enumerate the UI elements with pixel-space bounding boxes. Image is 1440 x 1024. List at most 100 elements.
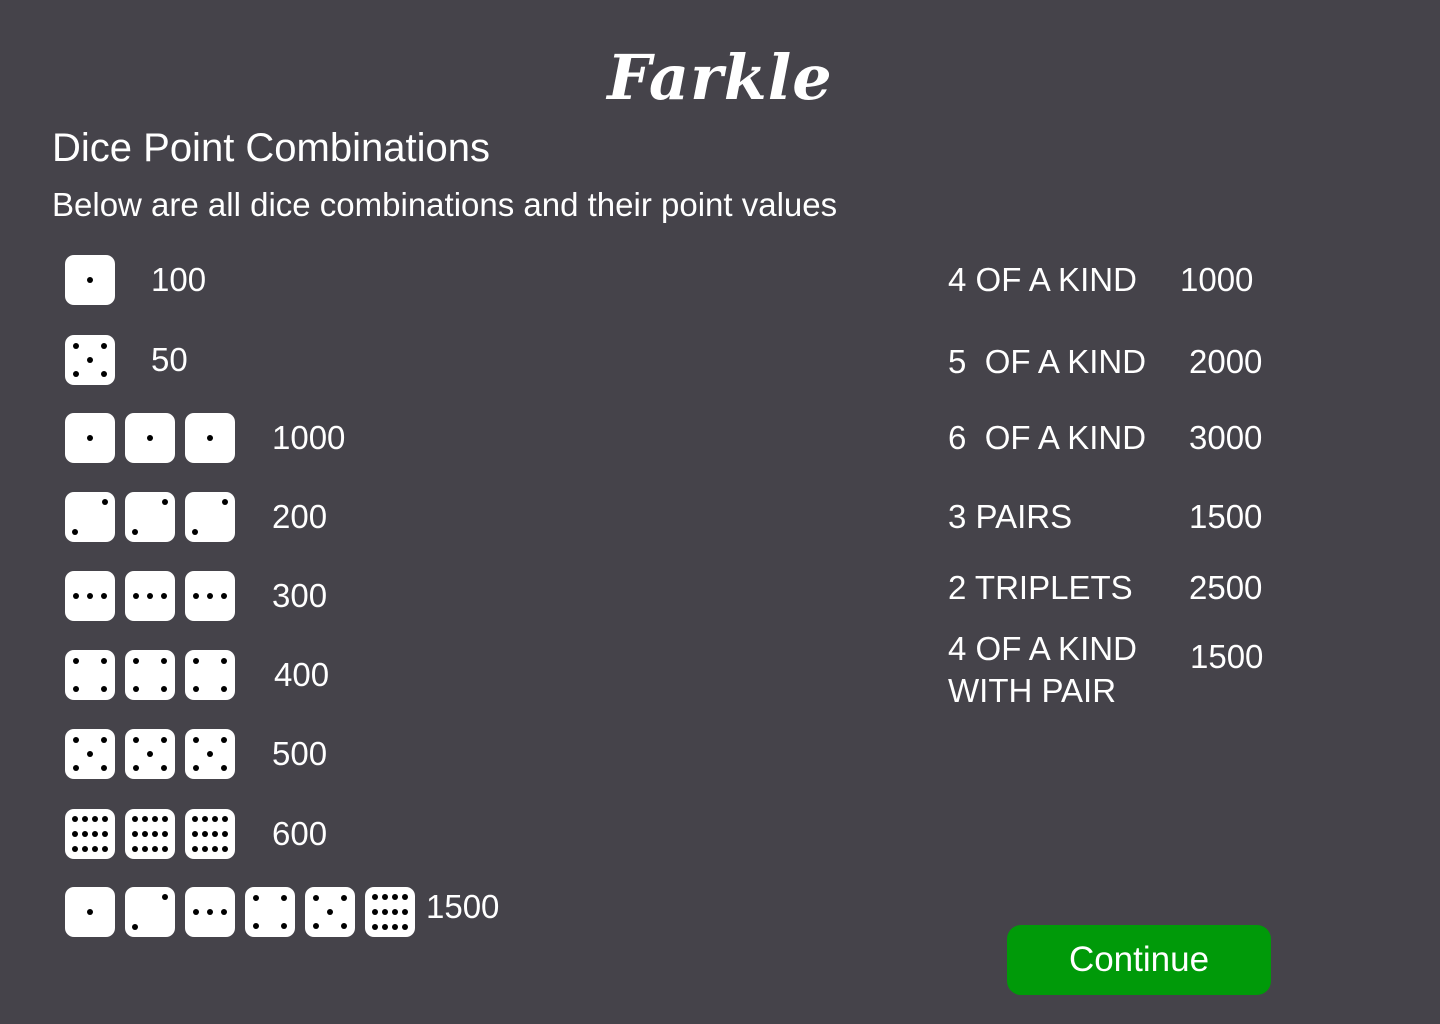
die-pip	[92, 831, 98, 837]
die-pip	[162, 499, 168, 505]
die-pip	[82, 831, 88, 837]
die-pip	[152, 846, 158, 852]
combo-points-five-of-a-kind: 2000	[1189, 343, 1263, 380]
die-pip	[73, 343, 79, 349]
combo-points-four-of-a-kind: 1000	[1180, 261, 1254, 298]
die-pip	[147, 751, 153, 757]
die-pip	[221, 686, 227, 692]
die-pip	[72, 816, 78, 822]
die-pip	[193, 737, 199, 743]
die-pip	[73, 593, 79, 599]
dice-row-points: 300	[272, 577, 328, 614]
die-face-three-icon	[125, 571, 175, 621]
die-pip	[372, 909, 378, 915]
die-face-five-icon	[185, 729, 235, 779]
die-pip	[202, 831, 208, 837]
die-pip	[133, 658, 139, 664]
die-pip	[372, 924, 378, 930]
die-pip	[192, 529, 198, 535]
die-pip	[101, 658, 107, 664]
die-pip	[133, 686, 139, 692]
combo-points-three-pairs: 1500	[1189, 498, 1263, 535]
die-face-three-icon	[65, 571, 115, 621]
die-pip	[212, 831, 218, 837]
die-pip	[193, 765, 199, 771]
die-pip	[87, 751, 93, 757]
die-pip	[253, 923, 259, 929]
die-face-two-icon	[65, 492, 115, 542]
die-pip	[92, 816, 98, 822]
die-face-five-icon	[65, 335, 115, 385]
die-pip	[221, 765, 227, 771]
die-pip	[402, 894, 408, 900]
die-pip	[207, 593, 213, 599]
die-pip	[192, 846, 198, 852]
die-pip	[313, 923, 319, 929]
die-pip	[162, 894, 168, 900]
die-pip	[162, 846, 168, 852]
combo-label-six-of-a-kind: 6 OF A KIND	[948, 419, 1147, 456]
die-face-six-icon	[125, 809, 175, 859]
die-pip	[82, 846, 88, 852]
die-pip	[207, 435, 213, 441]
die-face-four-icon	[125, 650, 175, 700]
game-title: Farkle	[607, 41, 833, 114]
die-pip	[142, 846, 148, 852]
die-pip	[133, 737, 139, 743]
die-pip	[402, 924, 408, 930]
die-pip	[392, 909, 398, 915]
die-pip	[101, 686, 107, 692]
die-pip	[222, 846, 228, 852]
die-pip	[212, 846, 218, 852]
die-face-one-icon	[185, 413, 235, 463]
die-face-five-icon	[305, 887, 355, 937]
die-pip	[132, 529, 138, 535]
combo-label-four-of-a-kind-with-pair: 4 OF A KIND WITH PAIR	[948, 630, 1137, 709]
die-pip	[72, 831, 78, 837]
die-pip	[382, 924, 388, 930]
die-pip	[87, 277, 93, 283]
die-pip	[147, 435, 153, 441]
combo-label-five-of-a-kind: 5 OF A KIND	[948, 343, 1147, 380]
die-pip	[193, 658, 199, 664]
die-face-one-icon	[65, 255, 115, 305]
dice-row-points: 100	[151, 261, 207, 298]
combo-points-six-of-a-kind: 3000	[1189, 419, 1263, 456]
die-pip	[382, 909, 388, 915]
die-pip	[212, 816, 218, 822]
die-pip	[372, 894, 378, 900]
die-pip	[222, 816, 228, 822]
die-pip	[102, 499, 108, 505]
die-pip	[222, 831, 228, 837]
die-pip	[73, 658, 79, 664]
die-pip	[161, 765, 167, 771]
die-face-five-icon	[125, 729, 175, 779]
die-face-one-icon	[65, 887, 115, 937]
die-face-three-icon	[185, 887, 235, 937]
die-pip	[327, 909, 333, 915]
die-face-six-icon	[185, 809, 235, 859]
die-pip	[161, 593, 167, 599]
die-pip	[221, 658, 227, 664]
die-pip	[101, 593, 107, 599]
die-face-five-icon	[65, 729, 115, 779]
die-pip	[87, 357, 93, 363]
die-pip	[193, 909, 199, 915]
die-pip	[281, 895, 287, 901]
combo-label-three-pairs: 3 PAIRS	[948, 498, 1073, 535]
die-pip	[161, 686, 167, 692]
die-face-one-icon	[65, 413, 115, 463]
dice-row-points: 1500	[426, 888, 500, 925]
die-pip	[101, 737, 107, 743]
die-pip	[152, 831, 158, 837]
die-pip	[341, 895, 347, 901]
die-pip	[87, 909, 93, 915]
die-pip	[161, 737, 167, 743]
die-pip	[132, 831, 138, 837]
die-pip	[313, 895, 319, 901]
dice-row-points: 400	[274, 656, 330, 693]
continue-button[interactable]: Continue	[1007, 925, 1271, 995]
die-pip	[92, 846, 98, 852]
die-pip	[392, 894, 398, 900]
die-face-two-icon	[125, 492, 175, 542]
